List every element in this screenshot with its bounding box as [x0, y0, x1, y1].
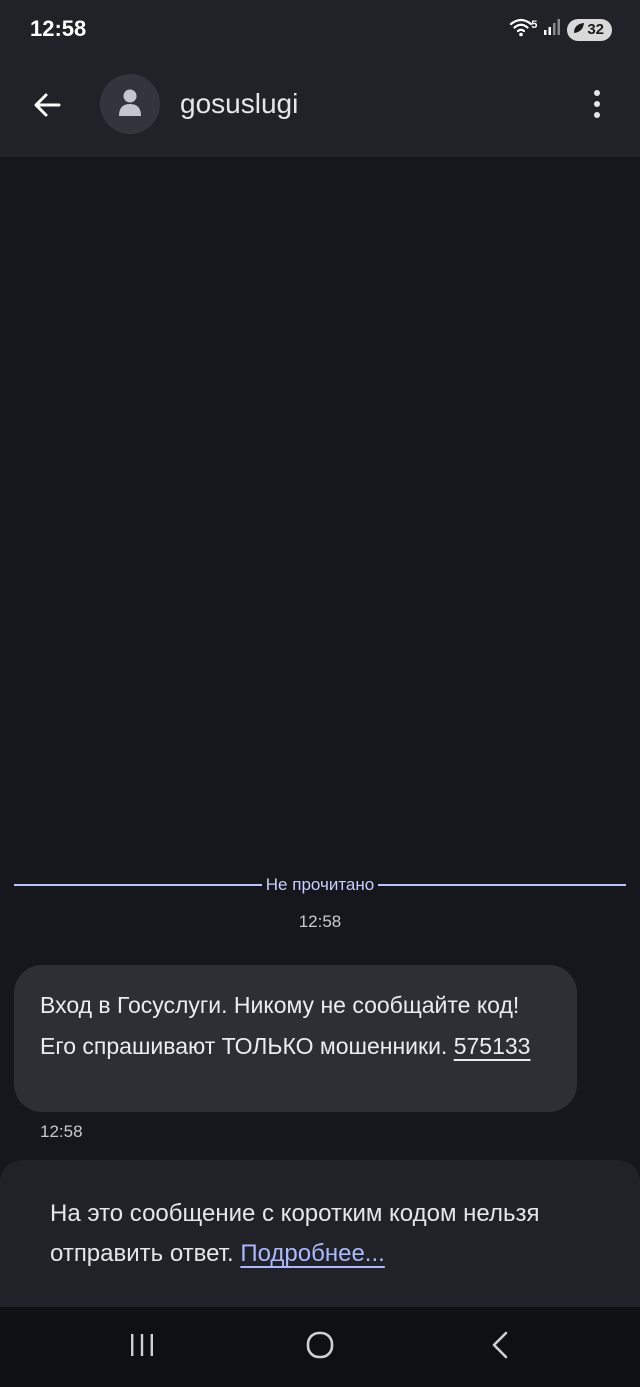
- divider-line: [14, 884, 262, 886]
- chevron-left-icon: [489, 1330, 511, 1365]
- contact-avatar[interactable]: [100, 74, 160, 134]
- status-time: 12:58: [30, 16, 87, 41]
- system-navigation-bar: [0, 1307, 640, 1387]
- message-bubble[interactable]: Вход в Госуслуги. Никому не сообщайте ко…: [14, 965, 577, 1112]
- home-button[interactable]: [290, 1325, 350, 1369]
- learn-more-link[interactable]: Подробнее...: [240, 1240, 384, 1267]
- verification-code[interactable]: 575133: [454, 1033, 531, 1059]
- unread-label: Не прочитано: [265, 875, 375, 894]
- more-vertical-icon: [593, 89, 601, 124]
- battery-level: 32: [587, 21, 604, 38]
- date-header-time: 12:58: [298, 912, 342, 931]
- wifi-icon: [509, 17, 533, 42]
- leaf-icon: [573, 21, 585, 38]
- battery-indicator: 32: [567, 18, 612, 41]
- signal-icon: [543, 18, 561, 41]
- divider-line: [378, 884, 627, 886]
- recents-icon: [128, 1332, 156, 1363]
- conversation-title[interactable]: gosuslugi: [180, 88, 298, 120]
- network-type: 5: [531, 18, 538, 31]
- person-icon: [117, 87, 143, 122]
- home-icon: [305, 1330, 335, 1365]
- nav-back-button[interactable]: [470, 1325, 530, 1369]
- conversation-header: gosuslugi: [0, 60, 640, 157]
- message-time: 12:58: [40, 1122, 83, 1141]
- unread-divider: Не прочитано: [14, 870, 627, 900]
- notice-text: На это сообщение с коротким кодом нельзя…: [50, 1194, 610, 1274]
- status-bar: 12:58 5 32: [0, 0, 640, 60]
- message-text: Вход в Госуслуги. Никому не сообщайте ко…: [40, 992, 520, 1059]
- status-icons: 5 32: [509, 17, 612, 42]
- back-button[interactable]: [22, 82, 72, 132]
- more-options-button[interactable]: [582, 86, 612, 126]
- recents-button[interactable]: [112, 1325, 172, 1369]
- reply-disabled-notice: На это сообщение с коротким кодом нельзя…: [0, 1160, 640, 1307]
- arrow-left-icon: [32, 90, 62, 125]
